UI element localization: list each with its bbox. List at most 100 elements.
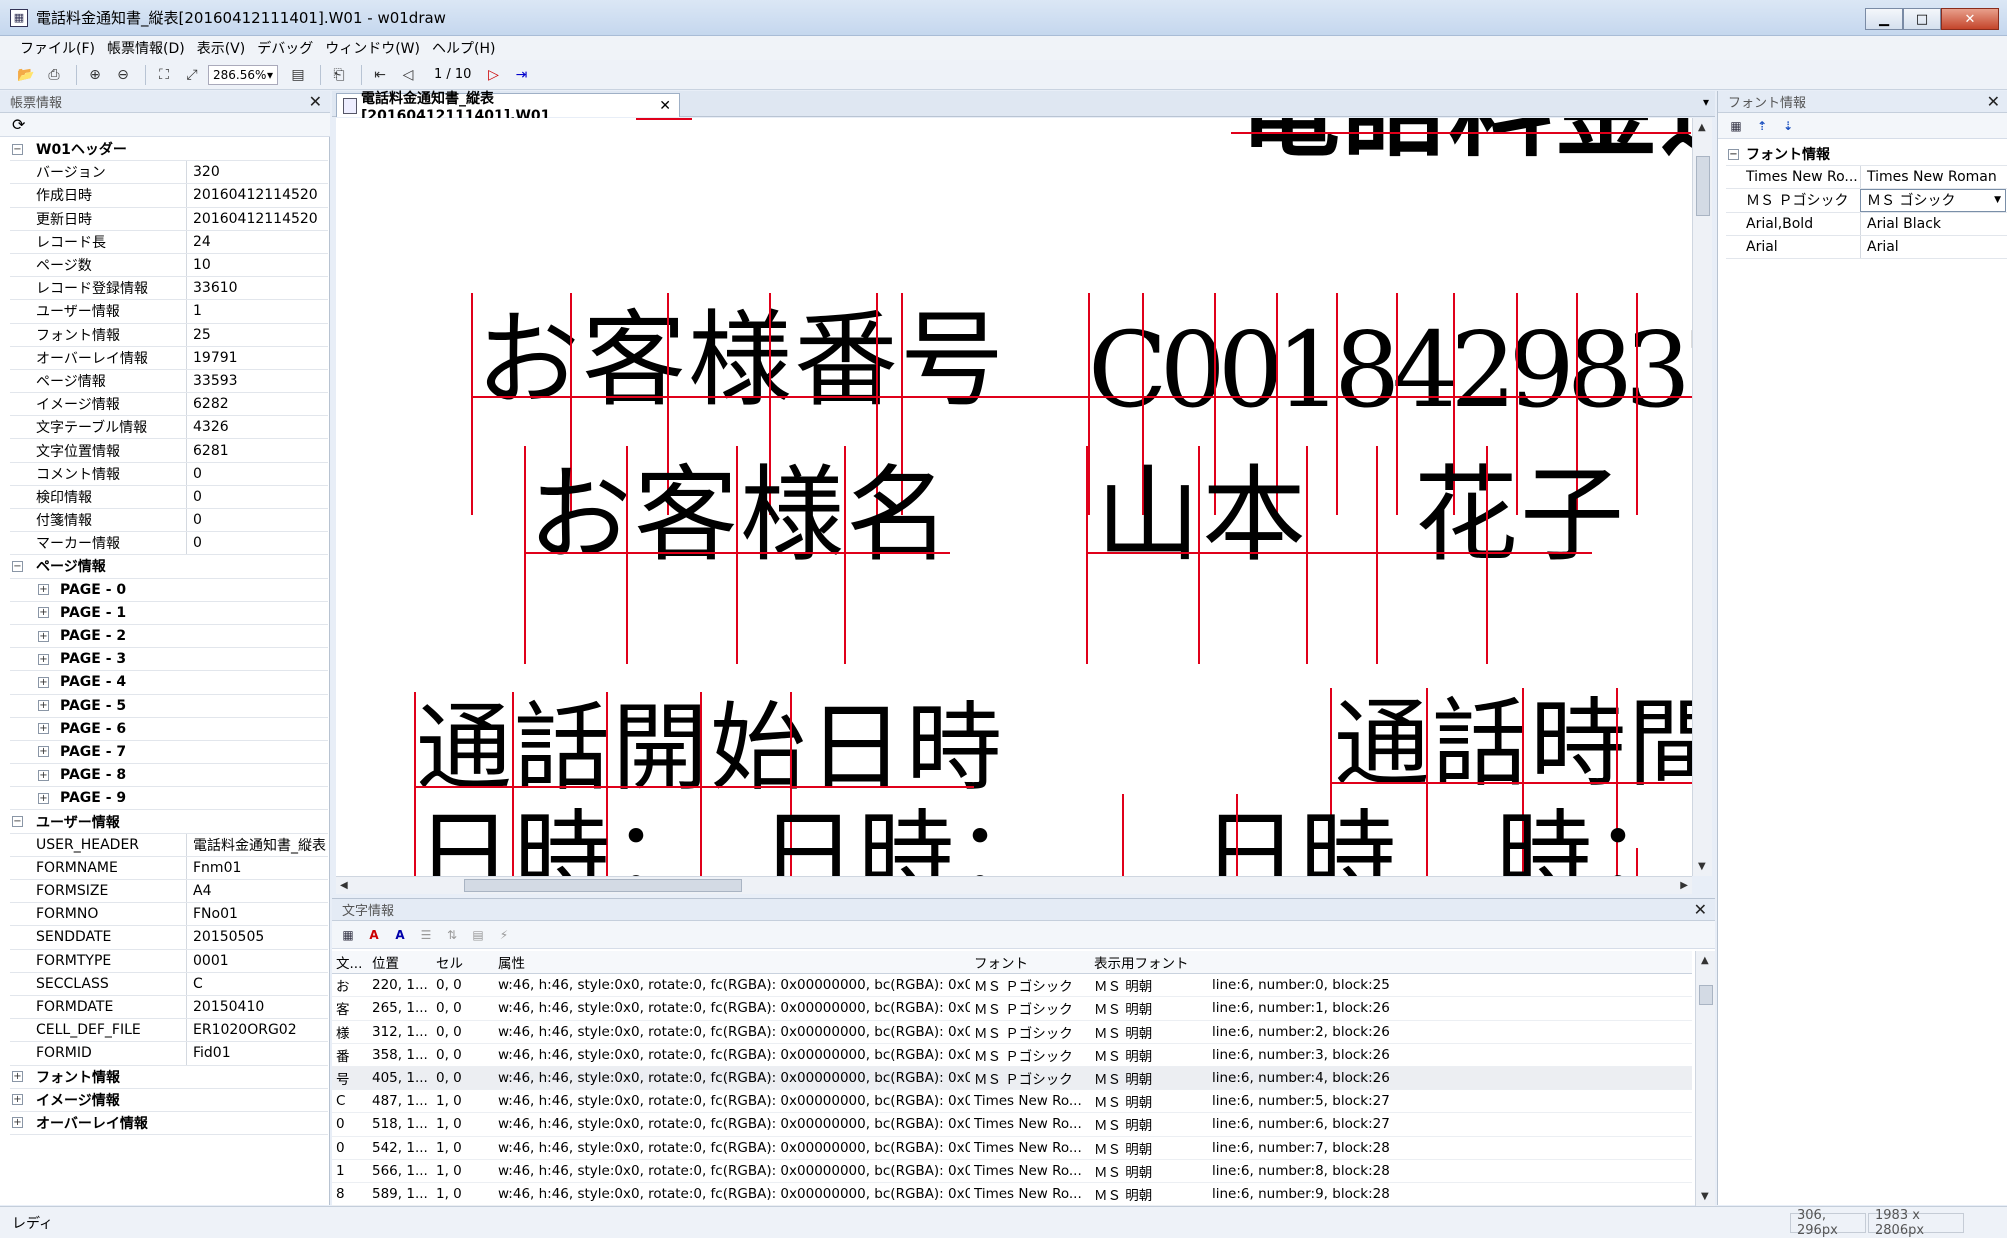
document-vertical-scrollbar[interactable]: ▲ ▼ — [1692, 118, 1712, 876]
page-node[interactable]: + PAGE - 5 — [10, 695, 328, 718]
property-row[interactable]: レコード長 24 — [10, 230, 328, 254]
property-row[interactable]: FORMNAME Fnm01 — [10, 856, 328, 880]
font-mapping-row[interactable]: Times New Ro... Times New Roman — [1726, 166, 2007, 190]
collapse-icon[interactable]: − — [1728, 148, 1739, 160]
menu-file[interactable]: ファイル(F) — [20, 38, 95, 58]
page-node[interactable]: + PAGE - 3 — [10, 648, 328, 672]
table-row[interactable]: 0 542, 1... 1, 0 w:46, h:46, style:0x0, rot… — [332, 1137, 1692, 1160]
font-mapping-row[interactable]: Arial Arial — [1726, 235, 2007, 259]
table-row[interactable]: 1 566, 1... 1, 0 w:46, h:46, style:0x0, rot… — [332, 1160, 1692, 1183]
font-group-row[interactable]: − フォント情報 — [1726, 143, 2007, 167]
property-row[interactable]: SECCLASS C — [10, 972, 328, 996]
mapped-font-select[interactable]: ＭＳ ゴシック ▼ — [1860, 189, 2006, 212]
property-row[interactable]: フォント情報 25 — [10, 323, 328, 347]
list-view-icon[interactable]: ▦ — [338, 925, 358, 945]
align-icon[interactable]: ☰ — [416, 925, 436, 945]
sort-up-icon[interactable]: ⇡ — [1752, 116, 1772, 136]
property-row[interactable]: オーバーレイ情報 19791 — [10, 346, 328, 370]
expand-icon[interactable]: + — [38, 700, 49, 712]
column-header[interactable]: フォント — [970, 952, 1090, 972]
prev-page-icon[interactable]: ◁ — [396, 64, 420, 86]
property-row[interactable]: 作成日時 20160412114520 — [10, 184, 328, 208]
group-page-info[interactable]: − ページ情報 — [10, 555, 328, 579]
expand-icon[interactable]: + — [38, 723, 49, 735]
scroll-right-icon[interactable]: ▶ — [1680, 880, 1688, 891]
expand-icon[interactable]: + — [12, 1094, 23, 1106]
group-image-info[interactable]: + イメージ情報 — [10, 1089, 328, 1112]
font-mapping-row[interactable]: Arial,Bold Arial Black — [1726, 212, 2007, 236]
page-node[interactable]: + PAGE - 2 — [10, 625, 328, 649]
grid-icon[interactable]: ▤ — [286, 64, 310, 86]
first-page-icon[interactable]: ⇤ — [368, 64, 392, 86]
property-row[interactable]: 文字テーブル情報 4326 — [10, 416, 328, 440]
fit-width-icon[interactable]: ⤢ — [180, 64, 204, 86]
mapped-font[interactable]: Times New Roman — [1860, 166, 2006, 189]
tab-list-dropdown-icon[interactable]: ▾ — [1703, 95, 1709, 109]
font-select-icon[interactable]: A — [390, 925, 410, 945]
property-row[interactable]: ページ数 10 — [10, 253, 328, 278]
property-row[interactable]: コメント情報 0 — [10, 462, 328, 486]
property-row[interactable]: ページ情報 33593 — [10, 369, 328, 394]
scroll-thumb[interactable] — [1696, 156, 1710, 216]
expand-icon[interactable]: + — [38, 746, 49, 758]
group-overlay-info[interactable]: + オーバーレイ情報 — [10, 1112, 328, 1136]
expand-icon[interactable]: + — [38, 607, 49, 619]
table-row[interactable]: 客 265, 1... 0, 0 w:46, h:46, style:0x0, rot… — [332, 997, 1692, 1021]
property-row[interactable]: レコード登録情報 33610 — [10, 277, 328, 301]
next-page-icon[interactable]: ▷ — [481, 64, 505, 86]
close-icon[interactable]: ✕ — [1694, 900, 1707, 919]
property-row[interactable]: ユーザー情報 1 — [10, 300, 328, 324]
page-node[interactable]: + PAGE - 7 — [10, 741, 328, 765]
property-row[interactable]: バージョン 320 — [10, 161, 328, 185]
close-icon[interactable]: ✕ — [1987, 92, 2000, 111]
expand-icon[interactable]: + — [12, 1071, 23, 1083]
expand-icon[interactable]: + — [38, 630, 49, 642]
expand-icon[interactable]: + — [38, 676, 49, 688]
expand-icon[interactable]: + — [38, 584, 49, 596]
sort-icon[interactable]: ⇅ — [442, 925, 462, 945]
sort-down-icon[interactable]: ⇣ — [1778, 116, 1798, 136]
table-row-selected[interactable]: 号 405, 1... 0, 0 w:46, h:46, style:0x0, rot… — [332, 1066, 1692, 1091]
expand-icon[interactable]: + — [38, 769, 49, 781]
table-row[interactable]: お 220, 1... 0, 0 w:46, h:46, style:0x0, rot… — [332, 974, 1692, 998]
table-row[interactable]: C 487, 1... 1, 0 w:46, h:46, style:0x0, rot… — [332, 1090, 1692, 1114]
mapped-font[interactable]: Arial — [1860, 235, 2006, 258]
page-node[interactable]: + PAGE - 9 — [10, 787, 328, 811]
scroll-thumb[interactable] — [464, 879, 742, 892]
scroll-left-icon[interactable]: ◀ — [340, 880, 348, 891]
menu-help[interactable]: ヘルプ(H) — [432, 38, 495, 58]
document-view[interactable]: 電話料金通 お客様番号 C0018429837 お客様名 山本 花子 通話開始日… — [336, 118, 1692, 876]
property-row[interactable]: 付箋情報 0 — [10, 509, 328, 533]
open-folder-icon[interactable]: 📂 — [14, 64, 38, 86]
document-tab[interactable]: 電話料金通知書_縦表[20160412111401].W01 ✕ — [336, 91, 680, 124]
page-node[interactable]: + PAGE - 1 — [10, 602, 328, 625]
maximize-button[interactable]: □ — [1903, 8, 1941, 30]
font-color-icon[interactable]: A — [364, 925, 384, 945]
menu-window[interactable]: ウィンドウ(W) — [325, 38, 420, 58]
menu-debug[interactable]: デバッグ — [257, 38, 313, 58]
property-row[interactable]: FORMID Fid01 — [10, 1042, 328, 1066]
zoom-select[interactable]: 286.56% ▾ — [208, 64, 278, 85]
table-icon[interactable]: ▤ — [468, 925, 488, 945]
property-row[interactable]: FORMNO FNo01 — [10, 903, 328, 927]
property-row[interactable]: FORMTYPE 0001 — [10, 949, 328, 973]
scroll-up-icon[interactable]: ▲ — [1701, 955, 1709, 966]
expand-icon[interactable]: + — [38, 653, 49, 665]
page-node[interactable]: + PAGE - 8 — [10, 764, 328, 788]
scroll-down-icon[interactable]: ▼ — [1698, 861, 1706, 872]
property-row[interactable]: 更新日時 20160412114520 — [10, 207, 328, 231]
property-row[interactable]: 文字位置情報 6281 — [10, 439, 328, 463]
column-header[interactable]: セル — [432, 952, 494, 972]
group-w01-header[interactable]: − W01ヘッダー — [10, 138, 328, 162]
document-horizontal-scrollbar[interactable]: ◀ ▶ — [336, 876, 1692, 894]
font-mapping-row-selected[interactable]: ＭＳ Ｐゴシック ＭＳ ゴシック ▼ — [1726, 189, 2007, 213]
property-row[interactable]: FORMSIZE A4 — [10, 880, 328, 904]
preview-icon[interactable]: ⎗ — [327, 64, 351, 86]
chevron-down-icon[interactable]: ▼ — [1994, 195, 2001, 205]
refresh-icon[interactable]: ⟳ — [12, 115, 25, 134]
column-header[interactable]: 属性 — [494, 952, 970, 972]
property-row[interactable]: CELL_DEF_FILE ER1020ORG02 — [10, 1019, 328, 1043]
zoom-out-icon[interactable]: ⊖ — [111, 64, 135, 86]
table-row[interactable]: 8 589, 1... 1, 0 w:46, h:46, style:0x0, rot… — [332, 1183, 1692, 1207]
collapse-icon[interactable]: − — [12, 143, 23, 155]
